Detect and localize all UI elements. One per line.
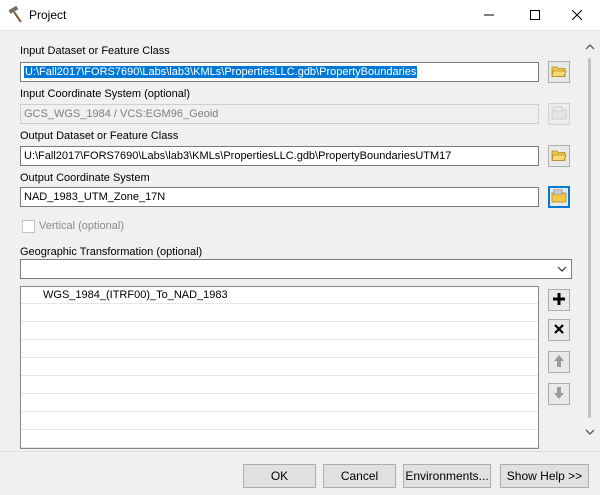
- move-up-button: [548, 351, 570, 373]
- input-coord-system-label: Input Coordinate System (optional): [20, 88, 190, 100]
- folder-open-icon: [551, 64, 567, 81]
- input-dataset-value: U:\Fall2017\FORS7690\Labs\lab3\KMLs\Prop…: [24, 66, 418, 78]
- cancel-button[interactable]: Cancel: [323, 464, 396, 488]
- output-coord-system-field[interactable]: NAD_1983_UTM_Zone_17N: [20, 187, 539, 207]
- ok-button[interactable]: OK: [243, 464, 316, 488]
- vertical-label: Vertical (optional): [39, 220, 124, 232]
- maximize-button[interactable]: [512, 0, 558, 30]
- list-item: [21, 359, 538, 376]
- input-dataset-label: Input Dataset or Feature Class: [20, 45, 170, 57]
- scroll-down-button[interactable]: [581, 423, 598, 440]
- arrow-up-icon: [553, 354, 565, 371]
- list-item: [21, 341, 538, 358]
- list-item: [21, 305, 538, 322]
- output-dataset-browse-button[interactable]: [548, 145, 570, 167]
- list-item: [21, 413, 538, 430]
- transformation-list[interactable]: WGS_1984_(ITRF00)_To_NAD_1983: [20, 286, 539, 449]
- scroll-up-button[interactable]: [581, 38, 598, 55]
- list-item[interactable]: WGS_1984_(ITRF00)_To_NAD_1983: [21, 287, 538, 304]
- output-coord-system-button[interactable]: [548, 186, 570, 208]
- minimize-button[interactable]: [466, 0, 512, 30]
- hammer-icon: [6, 5, 24, 24]
- move-down-button: [548, 383, 570, 405]
- vertical-checkbox: [22, 220, 35, 233]
- input-coord-system-field: GCS_WGS_1984 / VCS:EGM96_Geoid: [20, 104, 539, 124]
- geo-transformation-dropdown[interactable]: [20, 259, 572, 279]
- close-button[interactable]: [554, 0, 600, 30]
- output-coord-system-label: Output Coordinate System: [20, 172, 150, 184]
- list-item: [21, 323, 538, 340]
- geo-transformation-label: Geographic Transformation (optional): [20, 246, 203, 258]
- close-icon: [553, 323, 565, 338]
- plus-icon: [552, 292, 566, 309]
- window-title: Project: [29, 8, 67, 22]
- coordinate-system-icon: [551, 106, 567, 123]
- arrow-down-icon: [553, 386, 565, 403]
- add-transformation-button[interactable]: [548, 289, 570, 311]
- list-item: [21, 377, 538, 394]
- chevron-down-icon: [557, 263, 567, 277]
- remove-transformation-button[interactable]: [548, 319, 570, 341]
- list-item: [21, 431, 538, 448]
- input-dataset-field[interactable]: U:\Fall2017\FORS7690\Labs\lab3\KMLs\Prop…: [20, 62, 539, 82]
- input-dataset-browse-button[interactable]: [548, 61, 570, 83]
- folder-open-icon: [551, 148, 567, 165]
- input-coord-system-button: [548, 103, 570, 125]
- environments-button[interactable]: Environments...: [403, 464, 491, 488]
- title-bar: Project: [0, 0, 600, 30]
- output-dataset-label: Output Dataset or Feature Class: [20, 130, 179, 142]
- output-dataset-field[interactable]: U:\Fall2017\FORS7690\Labs\lab3\KMLs\Prop…: [20, 146, 539, 166]
- list-item: [21, 395, 538, 412]
- coordinate-system-icon: [551, 189, 567, 206]
- show-help-button[interactable]: Show Help >>: [500, 464, 589, 488]
- scrollbar-thumb[interactable]: [588, 58, 591, 418]
